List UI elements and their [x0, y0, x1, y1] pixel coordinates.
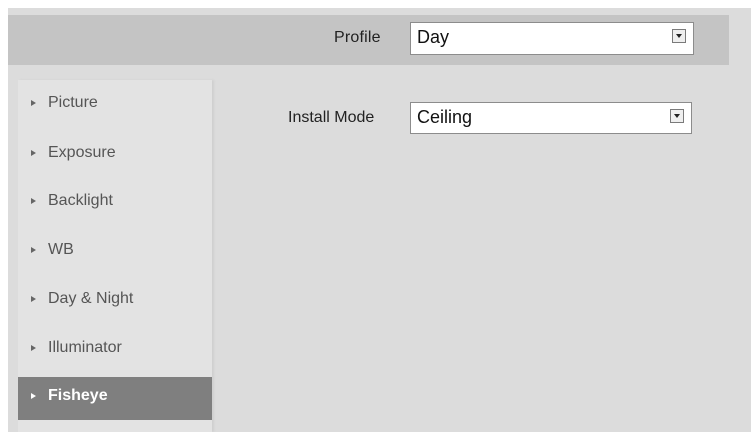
- triangle-right-icon: [31, 100, 36, 106]
- triangle-right-icon: [31, 198, 36, 204]
- sidebar-item-picture[interactable]: Picture: [18, 84, 212, 124]
- sidebar-item-fisheye[interactable]: Fisheye: [18, 377, 212, 420]
- sidebar-item-illuminator[interactable]: Illuminator: [18, 329, 212, 369]
- sidebar-item-label: Backlight: [48, 192, 113, 209]
- sidebar-item-label: Picture: [48, 94, 98, 111]
- sidebar-item-backlight[interactable]: Backlight: [18, 182, 212, 222]
- chevron-down-icon[interactable]: [670, 109, 684, 123]
- profile-label: Profile: [334, 29, 381, 46]
- chevron-down-icon[interactable]: [672, 29, 686, 43]
- install-mode-select-value: Ceiling: [417, 107, 473, 127]
- sidebar-item-label: Day & Night: [48, 290, 134, 307]
- sidebar-item-label: Illuminator: [48, 339, 122, 356]
- triangle-right-icon: [31, 247, 36, 253]
- profile-select[interactable]: Day: [410, 22, 694, 55]
- sidebar-item-label: Fisheye: [48, 387, 108, 404]
- install-mode-select[interactable]: Ceiling: [410, 102, 692, 134]
- triangle-right-icon: [31, 345, 36, 351]
- triangle-right-icon: [31, 150, 36, 156]
- sidebar-item-label: Exposure: [48, 144, 116, 161]
- triangle-right-icon: [31, 393, 36, 399]
- triangle-right-icon: [31, 296, 36, 302]
- sidebar: Picture Exposure Backlight WB Day & Nigh…: [18, 80, 212, 432]
- sidebar-item-exposure[interactable]: Exposure: [18, 134, 212, 174]
- install-mode-label: Install Mode: [288, 109, 375, 126]
- sidebar-item-label: WB: [48, 241, 74, 258]
- sidebar-item-wb[interactable]: WB: [18, 231, 212, 271]
- sidebar-item-day-night[interactable]: Day & Night: [18, 280, 212, 320]
- profile-select-value: Day: [417, 27, 450, 47]
